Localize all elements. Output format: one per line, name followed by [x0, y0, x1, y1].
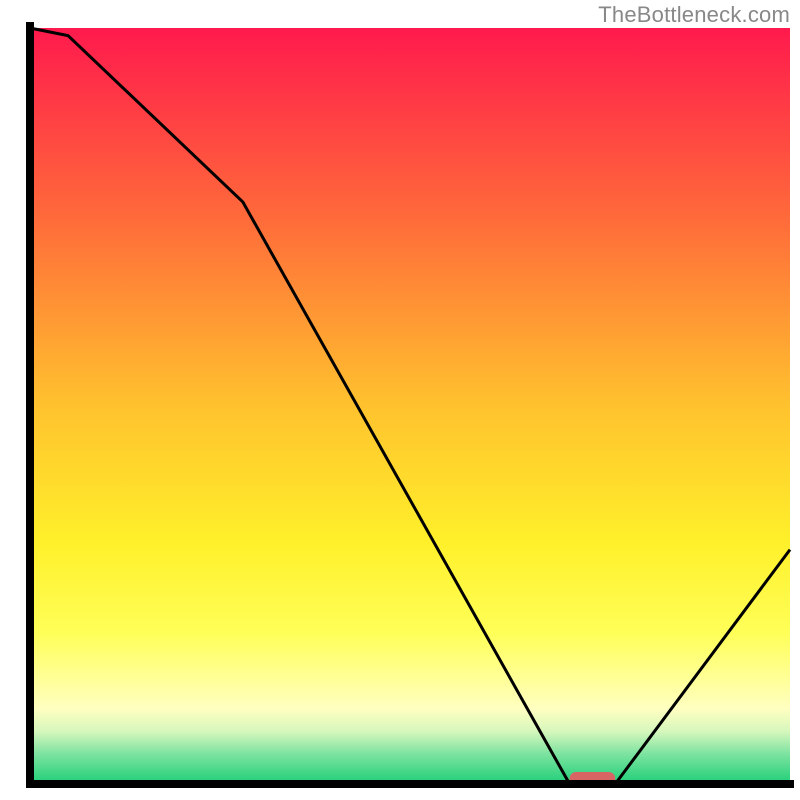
chart-background [30, 28, 790, 784]
bottleneck-chart: TheBottleneck.com [0, 0, 800, 800]
chart-canvas [0, 0, 800, 800]
watermark-text: TheBottleneck.com [598, 2, 790, 28]
